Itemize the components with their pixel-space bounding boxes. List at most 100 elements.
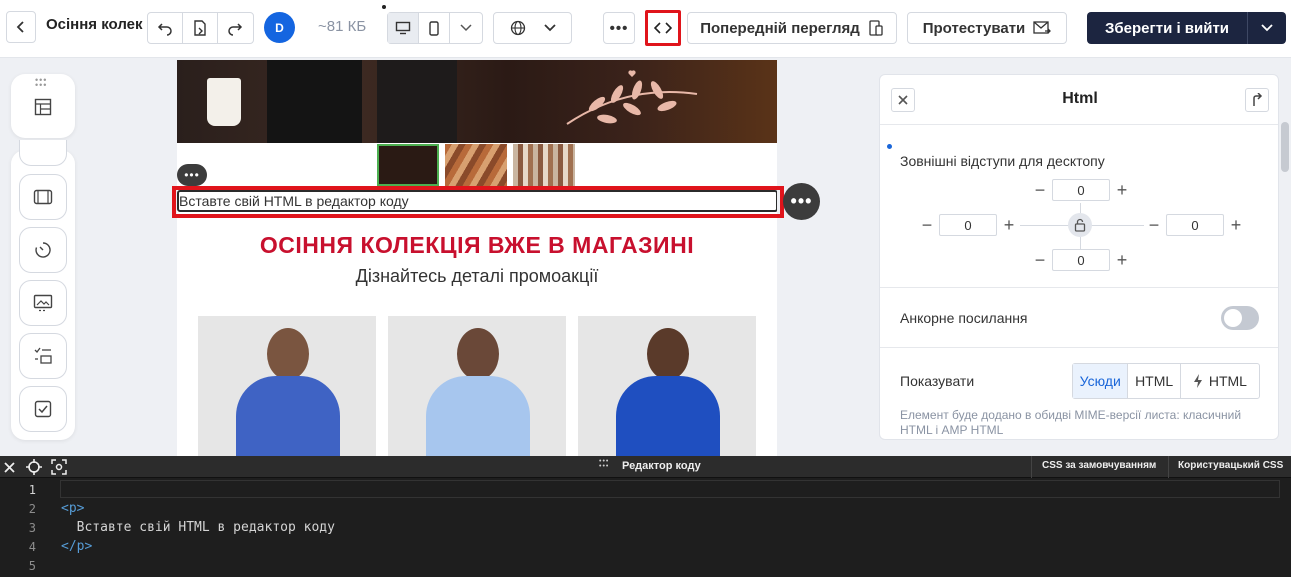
preview-label: Попередній перегляд <box>700 19 860 37</box>
show-option-html[interactable]: HTML <box>1128 364 1181 398</box>
tab-default-css[interactable]: CSS за замовчуванням <box>1042 460 1156 471</box>
undo-button[interactable] <box>148 13 184 43</box>
margin-top-input[interactable]: 0 <box>1052 179 1110 201</box>
margin-left-input[interactable]: 0 <box>939 214 997 236</box>
more-options-button[interactable]: ••• <box>603 12 635 44</box>
editor-drag-handle-icon[interactable]: ••• ••• <box>599 458 609 470</box>
back-button[interactable] <box>6 11 36 43</box>
selected-block-highlight <box>172 186 784 218</box>
thumbnail-3[interactable] <box>513 144 575 186</box>
devices-icon <box>869 20 883 36</box>
timer-icon <box>35 242 51 258</box>
margin-right-stepper: − 0 + <box>1142 213 1248 237</box>
avatar[interactable]: D <box>264 12 295 43</box>
margin-top-minus[interactable]: − <box>1028 178 1052 202</box>
unsaved-dot <box>382 5 386 9</box>
block-video[interactable] <box>19 174 67 220</box>
desktop-margins-label: Зовнішні відступи для десктопу <box>900 153 1105 169</box>
structure-panel-toggle[interactable]: ••• ••• <box>11 74 75 138</box>
margin-right-plus[interactable]: + <box>1224 213 1248 237</box>
amp-html-label: HTML <box>1208 373 1247 389</box>
thumbnail-1[interactable] <box>377 144 439 186</box>
margin-right-input[interactable]: 0 <box>1166 214 1224 236</box>
mobile-icon <box>429 20 439 36</box>
history-button[interactable] <box>183 13 218 43</box>
show-option-amp-html[interactable]: HTML <box>1181 364 1259 398</box>
code-editor-header: ••• ••• Редактор коду CSS за замовчування… <box>0 456 1291 478</box>
changed-indicator-dot <box>887 144 892 149</box>
current-line-highlight <box>60 480 1280 498</box>
margin-left-stepper: − 0 + <box>915 213 1021 237</box>
block-drag-handle[interactable]: ••• <box>177 164 207 186</box>
layout-icon <box>34 98 52 116</box>
locate-element-button[interactable] <box>25 458 43 476</box>
redo-button[interactable] <box>218 13 253 43</box>
unlock-icon <box>1074 218 1086 232</box>
floral-branch-icon <box>566 70 698 125</box>
drag-handle-icon[interactable]: ••• ••• <box>35 76 47 90</box>
hero-image[interactable] <box>177 60 777 143</box>
thumbnail-row <box>377 144 575 186</box>
product-image-2[interactable] <box>388 316 566 456</box>
product-model-head <box>647 328 689 380</box>
detach-panel-button[interactable] <box>1245 88 1269 112</box>
close-editor-button[interactable] <box>0 458 18 476</box>
code-editor-button[interactable] <box>645 10 681 46</box>
promo-subtitle[interactable]: Дізнайтесь деталі промоакції <box>177 266 777 287</box>
margin-top-stepper: − 0 + <box>1028 178 1134 202</box>
anchor-link-toggle[interactable] <box>1221 306 1259 330</box>
margin-right-minus[interactable]: − <box>1142 213 1166 237</box>
history-group <box>147 12 254 44</box>
product-image-3[interactable] <box>578 316 756 456</box>
document-title[interactable]: Осіння колекція <box>46 16 143 33</box>
show-option-everywhere[interactable]: Усюди <box>1073 364 1129 398</box>
margin-bottom-minus[interactable]: − <box>1028 248 1052 272</box>
promo-title[interactable]: ОСІННЯ КОЛЕКЦІЯ ВЖЕ В МАГАЗИНІ <box>177 232 777 259</box>
margin-top-plus[interactable]: + <box>1110 178 1134 202</box>
panel-scrollbar[interactable] <box>1281 122 1289 172</box>
save-options-dropdown[interactable] <box>1248 12 1286 44</box>
code-line-2[interactable]: <p> <box>61 501 84 516</box>
line-number: 5 <box>28 559 36 573</box>
block-checkbox[interactable] <box>19 386 67 432</box>
tab-custom-css[interactable]: Користувацький CSS <box>1178 460 1283 471</box>
product-coat <box>236 376 340 456</box>
block-banner[interactable] <box>19 280 67 326</box>
desktop-view-button[interactable] <box>388 13 420 43</box>
code-line-3[interactable]: Вставте свій HTML в редактор коду <box>61 520 335 535</box>
margin-bottom-input[interactable]: 0 <box>1052 249 1110 271</box>
coffee-cup-image <box>207 78 241 126</box>
chevron-down-icon <box>460 24 472 32</box>
margin-bottom-plus[interactable]: + <box>1110 248 1134 272</box>
product-image-1[interactable] <box>198 316 376 456</box>
product-sweater <box>426 376 530 456</box>
lock-margins-button[interactable] <box>1068 213 1092 237</box>
device-dropdown-button[interactable] <box>450 13 482 43</box>
code-line-4[interactable]: </p> <box>61 539 92 554</box>
code-editor: ••• ••• Редактор коду CSS за замовчування… <box>0 456 1291 577</box>
product-jacket <box>616 376 720 456</box>
thumbnail-2[interactable] <box>445 144 507 186</box>
close-icon <box>3 461 15 473</box>
test-button[interactable]: Протестувати <box>907 12 1067 44</box>
block-actions-button[interactable]: ••• <box>783 183 820 220</box>
line-number: 2 <box>28 502 36 516</box>
video-icon <box>33 189 53 205</box>
chevron-down-icon <box>543 24 556 32</box>
save-and-exit-main[interactable]: Зберегти і вийти <box>1087 12 1248 44</box>
margin-left-minus[interactable]: − <box>915 213 939 237</box>
hero-person <box>377 60 457 143</box>
preview-button[interactable]: Попередній перегляд <box>687 12 897 44</box>
margin-left-plus[interactable]: + <box>997 213 1021 237</box>
line-number: 3 <box>28 521 36 535</box>
block-timer[interactable] <box>19 227 67 273</box>
language-button[interactable] <box>494 13 571 43</box>
mobile-view-button[interactable] <box>419 13 450 43</box>
block-menu[interactable] <box>19 333 67 379</box>
block-item-partial[interactable] <box>19 140 67 166</box>
line-number: 1 <box>28 483 36 497</box>
focus-view-button[interactable] <box>50 458 68 476</box>
top-bar: Осіння колекція D ~81 КБ ••• <box>0 0 1291 58</box>
panel-title: Html <box>1062 90 1098 107</box>
divider <box>880 347 1278 348</box>
